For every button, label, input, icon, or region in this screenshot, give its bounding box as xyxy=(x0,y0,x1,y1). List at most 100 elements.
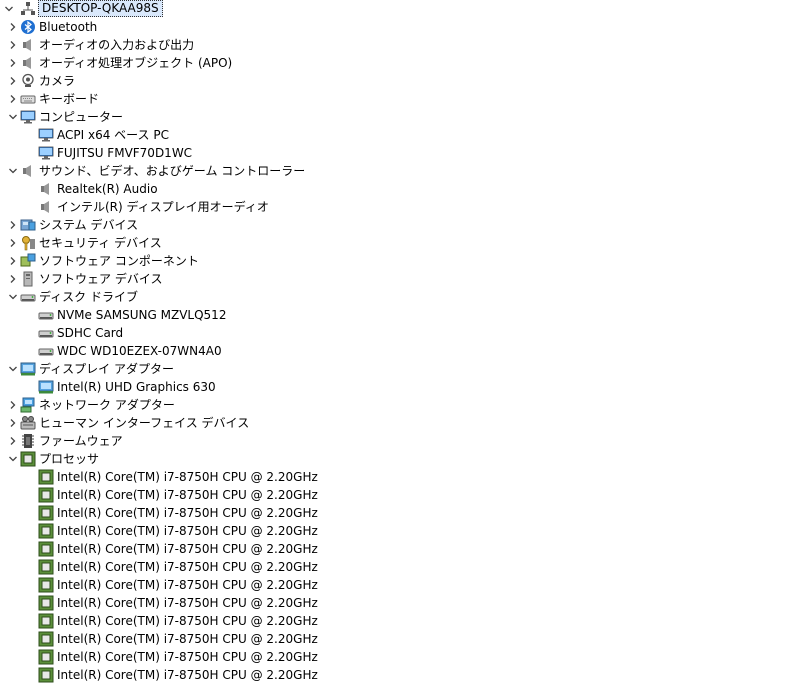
node-label: ディスク ドライブ xyxy=(39,290,138,304)
chevron-down-icon[interactable] xyxy=(8,112,18,122)
device-node[interactable]: Intel(R) Core(TM) i7-8750H CPU @ 2.20GHz xyxy=(0,648,796,666)
computer-network-icon xyxy=(20,1,36,17)
node-label: インテル(R) ディスプレイ用オーディオ xyxy=(57,200,269,214)
device-node[interactable]: Intel(R) Core(TM) i7-8750H CPU @ 2.20GHz xyxy=(0,666,796,684)
device-node[interactable]: SDHC Card xyxy=(0,324,796,342)
node-label: Intel(R) UHD Graphics 630 xyxy=(57,380,216,394)
chevron-right-icon[interactable] xyxy=(8,40,18,50)
node-label: Intel(R) Core(TM) i7-8750H CPU @ 2.20GHz xyxy=(57,614,318,628)
node-label: コンピューター xyxy=(39,110,124,124)
category-node[interactable]: キーボード xyxy=(0,90,796,108)
category-node[interactable]: ソフトウェア デバイス xyxy=(0,270,796,288)
processor-icon xyxy=(38,595,54,611)
display-adapter-icon xyxy=(38,379,54,395)
device-node[interactable]: Intel(R) Core(TM) i7-8750H CPU @ 2.20GHz xyxy=(0,594,796,612)
category-node[interactable]: セキュリティ デバイス xyxy=(0,234,796,252)
chevron-right-icon[interactable] xyxy=(8,400,18,410)
chevron-right-icon[interactable] xyxy=(8,238,18,248)
category-node[interactable]: ネットワーク アダプター xyxy=(0,396,796,414)
node-label: NVMe SAMSUNG MZVLQ512 xyxy=(57,308,227,322)
device-node[interactable]: FUJITSU FMVF70D1WC xyxy=(0,144,796,162)
device-node[interactable]: インテル(R) ディスプレイ用オーディオ xyxy=(0,198,796,216)
node-label: セキュリティ デバイス xyxy=(39,236,162,250)
node-label: オーディオ処理オブジェクト (APO) xyxy=(39,56,233,70)
processor-icon xyxy=(38,487,54,503)
category-node[interactable]: Bluetooth xyxy=(0,18,796,36)
category-node[interactable]: システム デバイス xyxy=(0,216,796,234)
node-label: Intel(R) Core(TM) i7-8750H CPU @ 2.20GHz xyxy=(57,524,318,538)
node-label: Intel(R) Core(TM) i7-8750H CPU @ 2.20GHz xyxy=(57,506,318,520)
disk-drive-icon xyxy=(20,289,36,305)
category-node[interactable]: ファームウェア xyxy=(0,432,796,450)
node-label: カメラ xyxy=(39,74,76,88)
chevron-down-icon[interactable] xyxy=(4,4,14,14)
device-node[interactable]: Intel(R) Core(TM) i7-8750H CPU @ 2.20GHz xyxy=(0,504,796,522)
network-adapter-icon xyxy=(20,397,36,413)
device-node[interactable]: Intel(R) Core(TM) i7-8750H CPU @ 2.20GHz xyxy=(0,612,796,630)
chevron-right-icon[interactable] xyxy=(8,418,18,428)
chevron-right-icon[interactable] xyxy=(8,436,18,446)
device-node[interactable]: Intel(R) Core(TM) i7-8750H CPU @ 2.20GHz xyxy=(0,522,796,540)
node-label: システム デバイス xyxy=(39,218,139,232)
device-node[interactable]: WDC WD10EZEX-07WN4A0 xyxy=(0,342,796,360)
speaker-icon xyxy=(20,37,36,53)
processor-icon xyxy=(38,649,54,665)
chevron-right-icon[interactable] xyxy=(8,76,18,86)
processor-icon xyxy=(38,559,54,575)
processor-icon xyxy=(38,469,54,485)
processor-icon xyxy=(38,613,54,629)
tree-root[interactable]: DESKTOP-QKAA98S xyxy=(0,0,796,18)
device-node[interactable]: Intel(R) Core(TM) i7-8750H CPU @ 2.20GHz xyxy=(0,540,796,558)
system-devices-icon xyxy=(20,217,36,233)
category-node[interactable]: ヒューマン インターフェイス デバイス xyxy=(0,414,796,432)
category-node[interactable]: ソフトウェア コンポーネント xyxy=(0,252,796,270)
category-node[interactable]: オーディオ処理オブジェクト (APO) xyxy=(0,54,796,72)
processor-icon xyxy=(38,631,54,647)
node-label: ファームウェア xyxy=(39,434,123,448)
speaker-icon xyxy=(38,181,54,197)
node-label: Realtek(R) Audio xyxy=(57,182,158,196)
node-label: プロセッサ xyxy=(39,452,100,466)
disk-drive-icon xyxy=(38,325,54,341)
node-label: ディスプレイ アダプター xyxy=(39,362,174,376)
node-label: Intel(R) Core(TM) i7-8750H CPU @ 2.20GHz xyxy=(57,632,318,646)
device-node[interactable]: Intel(R) Core(TM) i7-8750H CPU @ 2.20GHz xyxy=(0,576,796,594)
node-label: Bluetooth xyxy=(39,20,98,34)
category-node[interactable]: サウンド、ビデオ、およびゲーム コントローラー xyxy=(0,162,796,180)
processor-icon xyxy=(38,505,54,521)
bluetooth-icon xyxy=(20,19,36,35)
node-label: キーボード xyxy=(39,92,100,106)
monitor-icon xyxy=(20,109,36,125)
category-node[interactable]: コンピューター xyxy=(0,108,796,126)
device-node[interactable]: Intel(R) Core(TM) i7-8750H CPU @ 2.20GHz xyxy=(0,468,796,486)
category-node[interactable]: カメラ xyxy=(0,72,796,90)
node-label: ソフトウェア デバイス xyxy=(39,272,163,286)
device-node[interactable]: Realtek(R) Audio xyxy=(0,180,796,198)
monitor-icon xyxy=(38,145,54,161)
chevron-right-icon[interactable] xyxy=(8,220,18,230)
device-node[interactable]: ACPI x64 ベース PC xyxy=(0,126,796,144)
category-node[interactable]: ディスク ドライブ xyxy=(0,288,796,306)
node-label: ヒューマン インターフェイス デバイス xyxy=(39,416,250,430)
monitor-icon xyxy=(38,127,54,143)
processor-icon xyxy=(38,523,54,539)
chevron-down-icon[interactable] xyxy=(8,166,18,176)
disk-drive-icon xyxy=(38,343,54,359)
category-node[interactable]: プロセッサ xyxy=(0,450,796,468)
chevron-right-icon[interactable] xyxy=(8,22,18,32)
chevron-right-icon[interactable] xyxy=(8,58,18,68)
device-node[interactable]: Intel(R) Core(TM) i7-8750H CPU @ 2.20GHz xyxy=(0,558,796,576)
device-node[interactable]: Intel(R) Core(TM) i7-8750H CPU @ 2.20GHz xyxy=(0,630,796,648)
device-node[interactable]: Intel(R) UHD Graphics 630 xyxy=(0,378,796,396)
chevron-right-icon[interactable] xyxy=(8,256,18,266)
display-adapter-icon xyxy=(20,361,36,377)
device-node[interactable]: NVMe SAMSUNG MZVLQ512 xyxy=(0,306,796,324)
chevron-right-icon[interactable] xyxy=(8,274,18,284)
category-node[interactable]: オーディオの入力および出力 xyxy=(0,36,796,54)
device-node[interactable]: Intel(R) Core(TM) i7-8750H CPU @ 2.20GHz xyxy=(0,486,796,504)
category-node[interactable]: ディスプレイ アダプター xyxy=(0,360,796,378)
chevron-right-icon[interactable] xyxy=(8,94,18,104)
chevron-down-icon[interactable] xyxy=(8,292,18,302)
chevron-down-icon[interactable] xyxy=(8,364,18,374)
chevron-down-icon[interactable] xyxy=(8,454,18,464)
